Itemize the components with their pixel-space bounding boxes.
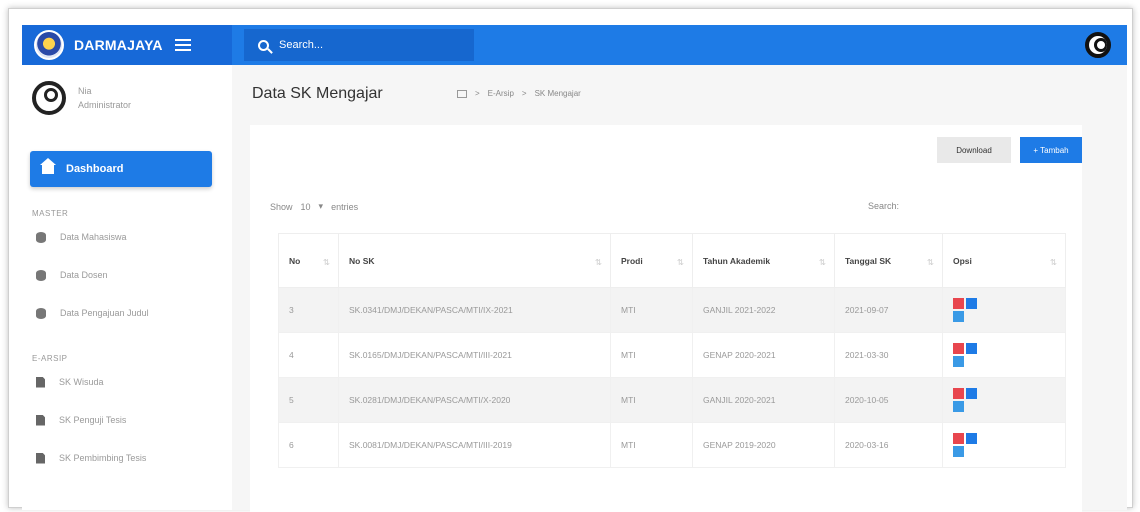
sidebar-item-label: SK Wisuda: [59, 377, 104, 387]
table-search-input[interactable]: [906, 195, 1056, 215]
brand-name: DARMAJAYA: [74, 37, 163, 53]
search-input[interactable]: [279, 39, 459, 51]
main-content: Data SK Mengajar > E-Arsip > SK Mengajar…: [232, 65, 1127, 512]
sidebar-item-label: SK Pembimbing Tesis: [59, 453, 147, 463]
column-header-no[interactable]: No ⇅: [278, 233, 339, 288]
file-icon: [36, 414, 45, 426]
section-master: MASTER: [32, 209, 69, 218]
sort-icon[interactable]: ⇅: [1050, 257, 1057, 268]
top-navbar: [232, 25, 1127, 65]
search-icon: [258, 39, 269, 51]
table-row: 4 SK.0165/DMJ/DEKAN/PASCA/MTI/III-2021 M…: [278, 332, 1066, 378]
delete-button[interactable]: [953, 433, 964, 444]
sk-table: No ⇅ No SK ⇅ Prodi ⇅ Tahun Akademik ⇅ Tangga…: [278, 233, 1066, 468]
delete-button[interactable]: [953, 298, 964, 309]
sort-icon[interactable]: ⇅: [595, 257, 602, 268]
sidebar: Nia Administrator Dashboard MASTER Data …: [22, 65, 232, 510]
avatar: [32, 81, 66, 115]
sidebar-item-sk-pembimbing-tesis[interactable]: SK Pembimbing Tesis: [22, 439, 232, 477]
sidebar-item-sk-penguji-tesis[interactable]: SK Penguji Tesis: [22, 401, 232, 439]
database-icon: [36, 231, 46, 243]
sidebar-item-data-dosen[interactable]: Data Dosen: [22, 256, 232, 294]
university-logo-icon: [34, 30, 64, 60]
column-header-opsi[interactable]: Opsi ⇅: [942, 233, 1066, 288]
table-search-label: Search:: [868, 201, 900, 211]
show-label: Show: [270, 201, 293, 212]
sidebar-item-label: SK Penguji Tesis: [59, 415, 127, 425]
profile-name: Nia: [78, 86, 92, 96]
file-icon: [36, 452, 45, 464]
breadcrumb: > E-Arsip > SK Mengajar: [457, 89, 581, 98]
profile-role: Administrator: [78, 100, 132, 110]
home-icon: [40, 158, 56, 174]
edit-button[interactable]: [966, 433, 977, 444]
download-label: Download: [956, 145, 992, 155]
sidebar-item-label: Dashboard: [66, 163, 124, 175]
table-row: 5 SK.0281/DMJ/DEKAN/PASCA/MTI/X-2020 MTI…: [278, 377, 1066, 423]
column-header-no-sk[interactable]: No SK ⇅: [338, 233, 611, 288]
column-header-prodi[interactable]: Prodi ⇅: [610, 233, 693, 288]
sort-icon[interactable]: ⇅: [677, 257, 684, 268]
user-profile: Nia Administrator: [22, 65, 232, 131]
page-title: Data SK Mengajar: [252, 85, 383, 102]
add-button[interactable]: + Tambah: [1020, 137, 1082, 163]
edit-button[interactable]: [966, 343, 977, 354]
section-e-arsip: E-ARSIP: [32, 354, 68, 363]
delete-button[interactable]: [953, 388, 964, 399]
delete-button[interactable]: [953, 343, 964, 354]
breadcrumb-item[interactable]: E-Arsip: [488, 89, 514, 98]
user-account-icon[interactable]: [1085, 32, 1111, 58]
sort-icon[interactable]: ⇅: [927, 257, 934, 268]
database-icon: [36, 269, 46, 281]
file-icon: [36, 376, 45, 388]
sidebar-item-data-pengajuan-judul[interactable]: Data Pengajuan Judul: [22, 294, 232, 332]
search-bar[interactable]: [244, 29, 474, 61]
breadcrumb-item: SK Mengajar: [534, 89, 581, 98]
add-label: + Tambah: [1033, 145, 1069, 155]
sidebar-item-dashboard[interactable]: Dashboard: [30, 151, 212, 187]
table-row: 3 SK.0341/DMJ/DEKAN/PASCA/MTI/IX-2021 MT…: [278, 287, 1066, 333]
chevron-down-icon[interactable]: ▾: [319, 201, 324, 212]
sidebar-item-data-mahasiswa[interactable]: Data Mahasiswa: [22, 218, 232, 256]
edit-button[interactable]: [966, 388, 977, 399]
edit-button[interactable]: [966, 298, 977, 309]
brand-bar: DARMAJAYA: [22, 25, 232, 65]
menu-toggle-icon[interactable]: [174, 39, 191, 51]
home-icon[interactable]: [457, 89, 467, 98]
column-header-tanggal-sk[interactable]: Tanggal SK ⇅: [834, 233, 943, 288]
download-button[interactable]: Download: [937, 137, 1011, 163]
sidebar-item-label: Data Pengajuan Judul: [60, 308, 149, 318]
sidebar-item-label: Data Mahasiswa: [60, 232, 127, 242]
sort-icon[interactable]: ⇅: [819, 257, 826, 268]
entries-control: Show 10 ▾ entries: [270, 201, 358, 212]
table-row: 6 SK.0081/DMJ/DEKAN/PASCA/MTI/III-2019 M…: [278, 422, 1066, 468]
entries-label: entries: [331, 201, 359, 212]
download-file-button[interactable]: [953, 401, 964, 412]
database-icon: [36, 307, 46, 319]
entries-select[interactable]: 10: [301, 202, 311, 212]
data-card: Download + Tambah Show 10 ▾ entries Sear…: [250, 125, 1082, 512]
download-file-button[interactable]: [953, 311, 964, 322]
download-file-button[interactable]: [953, 446, 964, 457]
column-header-tahun-akademik[interactable]: Tahun Akademik ⇅: [692, 233, 835, 288]
sidebar-item-label: Data Dosen: [60, 270, 108, 280]
sort-icon[interactable]: ⇅: [323, 257, 330, 268]
download-file-button[interactable]: [953, 356, 964, 367]
sidebar-item-sk-wisuda[interactable]: SK Wisuda: [22, 363, 232, 401]
